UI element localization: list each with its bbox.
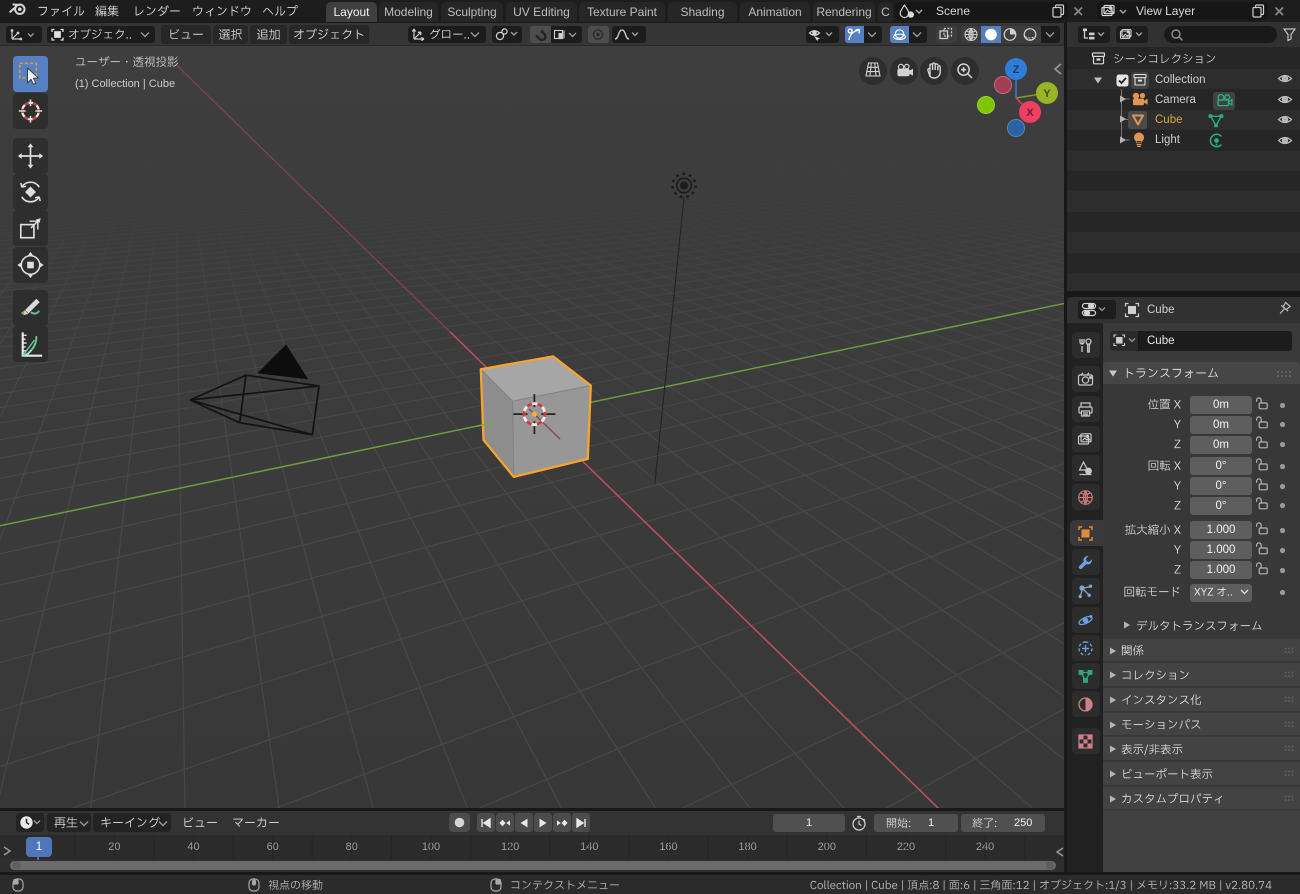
svg-text:Z: Z	[1013, 64, 1020, 76]
svg-text:Y: Y	[1043, 88, 1051, 100]
svg-text:X: X	[1026, 107, 1034, 119]
